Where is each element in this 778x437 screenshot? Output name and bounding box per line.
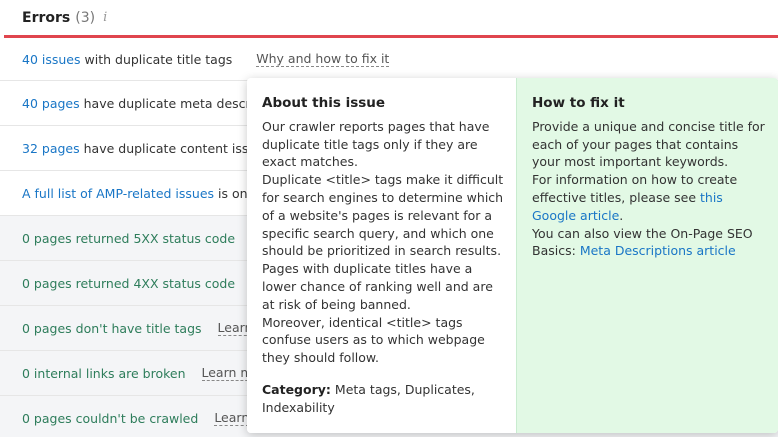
about-paragraph: Our crawler reports pages that have dupl…	[262, 118, 490, 170]
learn-more-link[interactable]: Learn	[214, 410, 250, 426]
errors-header: Errors (3) i	[0, 0, 778, 35]
fix-paragraph: Provide a unique and concise title for e…	[532, 118, 765, 170]
errors-count: (3)	[75, 9, 96, 26]
issue-text: have duplicate content issu	[83, 140, 257, 156]
issues-count-link[interactable]: 40 issues	[22, 52, 81, 67]
issue-text: 0 pages couldn't be crawled	[22, 410, 199, 426]
why-and-how-link[interactable]: Why and how to fix it	[256, 51, 390, 67]
meta-descriptions-article-link[interactable]: Meta Descriptions article	[580, 243, 736, 258]
about-paragraph: Duplicate <title> tags make it difficult…	[262, 172, 504, 259]
about-heading: About this issue	[262, 95, 386, 111]
issue-text: 0 pages don't have title tags	[22, 320, 202, 336]
info-icon[interactable]: i	[103, 10, 107, 25]
fix-text-end: .	[619, 207, 624, 223]
issue-text: 0 pages returned 5XX status code	[22, 230, 236, 246]
fix-heading: How to fix it	[532, 95, 625, 111]
how-to-fix-panel: How to fix it Provide a unique and conci…	[516, 78, 778, 433]
learn-more-link[interactable]: Learn m	[201, 365, 253, 381]
amp-issues-link[interactable]: A full list of AMP-related issues	[22, 186, 214, 201]
category-line: Category: Meta tags, Duplicates, Indexab…	[262, 381, 504, 417]
fix-paragraph: For information on how to create effecti…	[532, 171, 766, 224]
issue-text: 0 internal links are broken	[22, 365, 186, 381]
pages-count-link[interactable]: 40 pages	[22, 96, 80, 111]
category-label: Category:	[262, 381, 331, 397]
issue-row-duplicate-title: 40 issues with duplicate title tags Why …	[0, 38, 778, 81]
about-paragraph: Pages with duplicate titles have a lower…	[262, 261, 493, 312]
issue-text: have duplicate meta descrip	[83, 95, 263, 111]
errors-title: Errors	[22, 9, 71, 26]
issue-text: with duplicate title tags	[84, 51, 233, 67]
about-paragraph: Moreover, identical <title> tags confuse…	[262, 314, 485, 366]
issue-text: 0 pages returned 4XX status code	[22, 275, 236, 291]
fix-paragraph: You can also view the On-Page SEO Basics…	[532, 225, 766, 261]
issue-info-popup: About this issue Our crawler reports pag…	[247, 78, 778, 433]
pages-count-link[interactable]: 32 pages	[22, 141, 80, 156]
about-issue-panel: About this issue Our crawler reports pag…	[247, 78, 516, 433]
